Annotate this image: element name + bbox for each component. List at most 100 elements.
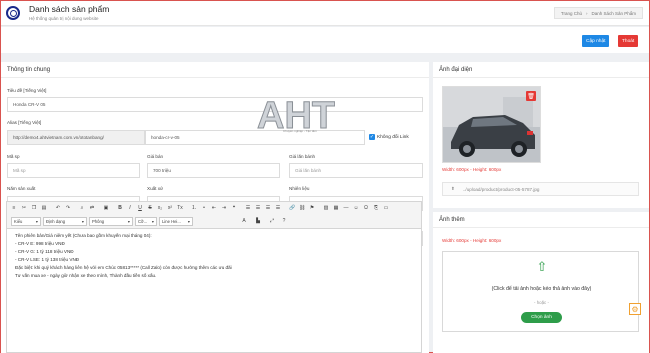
source-icon[interactable]: ≡ [11,205,17,211]
help-icon[interactable]: ? [281,218,287,224]
size-dropdown[interactable]: Cỡ... ▾ [135,217,157,226]
divider [433,77,649,78]
find-icon[interactable]: ⌕ [79,205,85,211]
style-dropdown-label: Kiểu [14,219,23,224]
bold-icon[interactable]: B [117,205,123,211]
gear-icon[interactable]: ⚙ [629,303,641,315]
title-input[interactable]: Honda CR-V 05 [7,97,423,112]
hr-icon[interactable]: ― [343,205,349,211]
chevron-down-icon: ▾ [151,219,154,224]
editor-line: - CR-V G: 1 tỷ 118 triệu VNĐ [15,249,74,254]
link-icon[interactable]: 🔗 [289,205,295,211]
aht-watermark-tagline: Chuyên nghiệp - Tận tâm [283,129,317,133]
bg-color-icon[interactable]: ▙ [255,218,261,224]
chevron-down-icon: ▾ [81,219,84,224]
price-input[interactable]: 700 triệu [147,163,280,178]
chevron-down-icon: ▾ [35,219,38,224]
origin-label: Xuất xứ [147,186,164,191]
page-break-icon[interactable]: ⎘ [373,205,379,211]
avatar-title: Ảnh đại diện [439,67,473,73]
editor-toolbar: ≡ ✂ ❐ ▤ ↶ ↷ ⌕ ⇄ ▣ B I U S x₂ x² Tx ⒈ • ⇤… [6,201,422,229]
copy-icon[interactable]: ❐ [31,205,37,211]
editor-line: Tư vấn mua xe - ngày giờ nhận xe theo mì… [15,273,157,278]
format-dropdown[interactable]: Định dạng ▾ [43,217,87,226]
page-subtitle: Hệ thống quản trị nội dung website [29,16,99,21]
table-icon[interactable]: ▦ [333,205,339,211]
superscript-icon[interactable]: x² [167,205,173,211]
update-button[interactable]: Cập nhật [582,35,610,47]
breadcrumb-separator: › [585,10,588,16]
paste-icon[interactable]: ▤ [41,205,47,211]
avatar-path-text: ../upload/product/product-05-5787.jpg [462,186,540,192]
maximize-icon[interactable]: ⤢ [269,218,275,224]
align-left-icon[interactable]: ☰ [245,205,251,211]
cut-icon[interactable]: ✂ [21,205,27,211]
redo-icon[interactable]: ↷ [65,205,71,211]
font-dropdown-label: Phông [92,219,105,224]
choose-image-button[interactable]: Chọn ảnh [521,312,562,323]
clear-format-icon[interactable]: Tx [177,205,183,211]
bullet-list-icon[interactable]: • [201,205,207,211]
divider [1,77,429,78]
undo-icon[interactable]: ↶ [55,205,61,211]
indent-icon[interactable]: ⇥ [221,205,227,211]
unlink-icon[interactable]: ⛓ [299,205,305,211]
special-char-icon[interactable]: Ω [363,205,369,211]
code-label: Mã sp [7,154,20,159]
divider [433,227,649,228]
subscript-icon[interactable]: x₂ [157,205,163,211]
exit-button[interactable]: Thoát [618,35,639,47]
format-dropdown-label: Định dạng [46,219,66,224]
size-dropdown-label: Cỡ... [138,219,148,224]
breadcrumb-home[interactable]: Trang Chủ [561,11,582,16]
image-icon[interactable]: ▨ [323,205,329,211]
code-input[interactable]: Mã sp [7,163,140,178]
upload-icon: ⬆ [451,186,455,191]
underline-icon[interactable]: U [137,205,143,211]
title-label: Tiêu đề [Tiếng Việt] [7,88,47,93]
outdent-icon[interactable]: ⇤ [211,205,217,211]
align-center-icon[interactable]: ☰ [255,205,261,211]
editor-line: - CR-V E: 998 triệu VNĐ [15,241,65,246]
image-dropzone[interactable]: ⇧ (Click để tải ảnh hoặc kéo thả ảnh vào… [442,251,639,332]
avatar-path-field[interactable]: ⬆ ../upload/product/product-05-5787.jpg [442,182,639,196]
replace-icon[interactable]: ⇄ [89,205,95,211]
strike-icon[interactable]: S [147,205,153,211]
alias-label: Alias [Tiếng Việt] [7,120,42,125]
no-change-link-label: Không đổi Link [377,134,409,140]
top-header: Danh sách sản phẩm Hệ thống quản trị nội… [1,1,649,26]
quote-icon[interactable]: ❝ [231,205,237,211]
breadcrumb-current: Danh Sách Sản Phẩm [591,10,636,16]
select-all-icon[interactable]: ▣ [103,205,109,211]
numbered-list-icon[interactable]: ⒈ [191,205,197,211]
anchor-icon[interactable]: ⚑ [309,205,315,211]
line-height-dropdown[interactable]: Line Hei... ▾ [159,217,193,226]
description-editor[interactable]: Tên phiên bản/Giá niêm yết (Chưa bao gồm… [6,229,422,353]
general-info-title: Thông tin chung [7,67,51,73]
smiley-icon[interactable]: ☺ [353,205,359,211]
alias-prefix: http://demo4.ahtvietnam.com.vn/ototanban… [7,130,145,145]
extra-images-title: Ảnh thêm [439,217,465,223]
roll-price-input[interactable]: Giá lăn bánh [289,163,423,178]
delete-image-icon[interactable]: 🗑 [526,91,536,101]
font-dropdown[interactable]: Phông ▾ [89,217,133,226]
style-dropdown[interactable]: Kiểu ▾ [11,217,41,226]
justify-icon[interactable]: ☰ [275,205,281,211]
iframe-icon[interactable]: ▭ [383,205,389,211]
cloud-upload-icon: ⇧ [536,259,548,274]
fuel-label: Nhiên liệu [289,186,310,191]
page-title: Danh sách sản phẩm [29,4,110,14]
breadcrumb: Trang Chủ › Danh Sách Sản Phẩm [553,7,643,19]
align-right-icon[interactable]: ☰ [265,205,271,211]
editor-line: Tên phiên bản/Giá niêm yết (Chưa bao gồm… [15,233,152,238]
year-label: Năm sản xuất [7,186,36,191]
italic-icon[interactable]: I [127,205,133,211]
avatar-size-hint: Width: 600px - Height: 600px [442,167,502,172]
avatar-image[interactable]: 🗑 [442,86,541,163]
no-change-link-checkbox[interactable]: ✓ Không đổi Link [369,134,409,140]
text-color-icon[interactable]: A [241,218,247,224]
chevron-down-icon: ▾ [187,219,190,224]
roll-price-label: Giá lăn bánh [289,154,316,159]
line-height-dropdown-label: Line Hei... [162,219,181,224]
dropzone-text: (Click để tải ảnh hoặc kéo thả ảnh vào đ… [491,286,592,292]
